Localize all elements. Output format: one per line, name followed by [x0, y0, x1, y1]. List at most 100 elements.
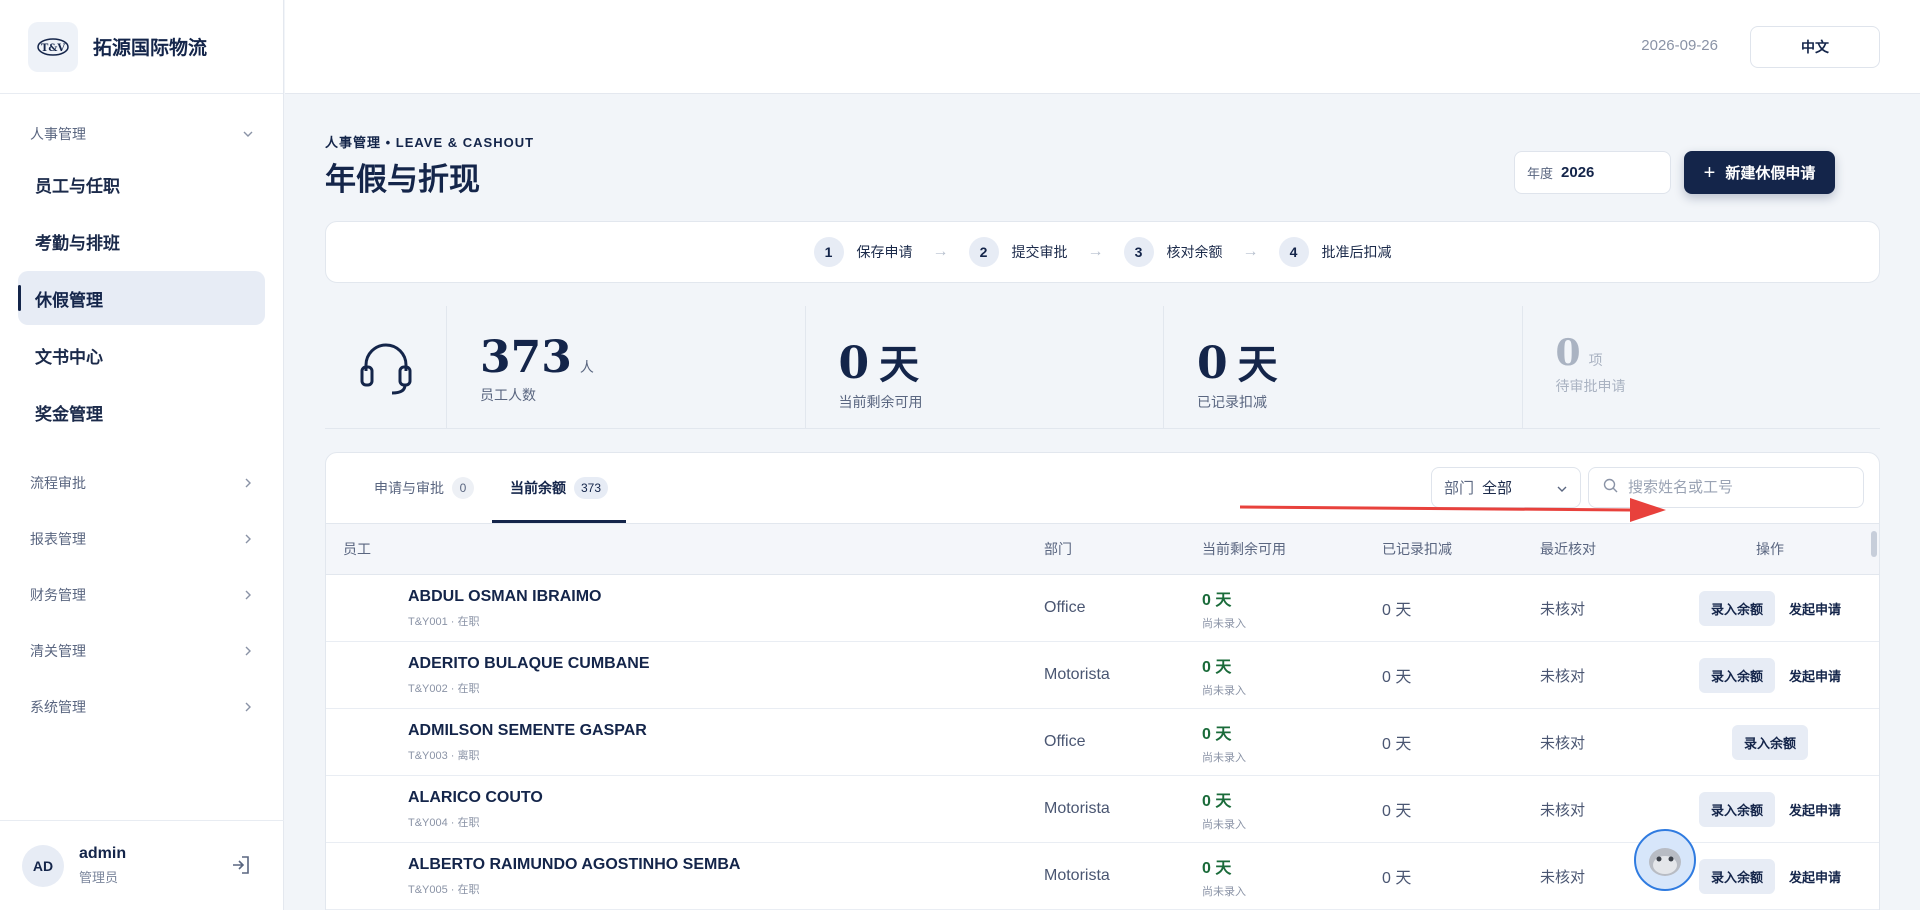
- stat-number: 0: [838, 338, 870, 389]
- available-note: 尚未录入: [1202, 617, 1246, 630]
- department-select[interactable]: 部门 全部: [1431, 467, 1581, 508]
- table-row[interactable]: ALARICO COUTO T&Y004 · 在职 Motorista 0 天 …: [326, 776, 1879, 843]
- sidebar-item-employees[interactable]: 员工与任职: [18, 157, 265, 211]
- nav-group-hr[interactable]: 人事管理: [0, 114, 283, 154]
- user-info: admin 管理员: [79, 845, 230, 886]
- language-button[interactable]: 中文: [1750, 26, 1880, 68]
- employee-id-status: T&Y005 · 在职: [408, 883, 480, 896]
- nav-group-reports[interactable]: 报表管理: [0, 519, 283, 559]
- department-select-label: 部门: [1444, 480, 1475, 497]
- sidebar-item-attendance[interactable]: 考勤与排班: [18, 214, 265, 268]
- available-cell: 0 天 尚未录入: [1202, 586, 1382, 631]
- step-label: 核对余额: [1166, 244, 1223, 260]
- stat-label: 待审批申请: [1555, 378, 1626, 394]
- nav-group-customs[interactable]: 清关管理: [0, 631, 283, 671]
- column-header-department[interactable]: 部门: [1044, 539, 1202, 559]
- employee-name[interactable]: ADMILSON SEMENTE GASPAR: [408, 722, 1044, 740]
- table-row[interactable]: ADMILSON SEMENTE GASPAR T&Y003 · 离职 Offi…: [326, 709, 1879, 776]
- current-date: 2026-09-26: [1641, 37, 1718, 54]
- scrollbar-thumb[interactable]: [1871, 531, 1877, 557]
- search-box[interactable]: [1588, 467, 1864, 508]
- enter-balance-button[interactable]: 录入余额: [1731, 724, 1808, 760]
- step-number: 4: [1278, 237, 1309, 267]
- actions-cell: 录入余额 发起申请: [1680, 657, 1860, 693]
- start-request-link[interactable]: 发起申请: [1789, 800, 1841, 819]
- tab-balance[interactable]: 当前余额 373: [492, 453, 627, 523]
- top-bar: 2026-09-26 中文: [285, 0, 1920, 94]
- sidebar-item-bonus[interactable]: 奖金管理: [18, 385, 265, 439]
- deducted-cell: 0 天: [1382, 736, 1412, 753]
- actions-cell: 录入余额 发起申请: [1680, 791, 1860, 827]
- employee-id-status: T&Y003 · 离职: [408, 749, 480, 762]
- tab-requests[interactable]: 申请与审批 0: [356, 453, 492, 523]
- stats-bar: 373 人 员工人数 0 天 当前剩余可用 0 天 已记录扣减 0 项 待审批申…: [325, 306, 1880, 429]
- logout-icon[interactable]: [230, 854, 254, 878]
- department-cell: Office: [1044, 599, 1086, 616]
- employee-name[interactable]: ABDUL OSMAN IBRAIMO: [408, 588, 1044, 606]
- avatar[interactable]: AD: [22, 844, 64, 887]
- page-title: 年假与折现: [325, 162, 480, 198]
- enter-balance-button[interactable]: 录入余额: [1698, 791, 1775, 827]
- start-request-link[interactable]: 发起申请: [1789, 666, 1841, 685]
- column-header-last-check[interactable]: 最近核对: [1540, 539, 1680, 559]
- stat-unit: 天: [879, 341, 920, 388]
- tab-count-badge: 0: [452, 477, 474, 499]
- nav-group-workflow[interactable]: 流程审批: [0, 463, 283, 503]
- employee-name[interactable]: ALARICO COUTO: [408, 789, 1044, 807]
- chevron-right-icon: [241, 532, 255, 546]
- stat-pending: 0 项 待审批申请: [1523, 306, 1881, 428]
- column-header-deducted[interactable]: 已记录扣减: [1382, 539, 1540, 559]
- department-cell: Motorista: [1044, 800, 1110, 817]
- employee-id-status: T&Y004 · 在职: [408, 816, 480, 829]
- stat-unit: 天: [1237, 341, 1278, 388]
- table-header: 员工 部门 当前剩余可用 已记录扣减 最近核对 操作: [326, 523, 1879, 575]
- table-row[interactable]: ABDUL OSMAN IBRAIMO T&Y001 · 在职 Office 0…: [326, 575, 1879, 642]
- column-header-employee[interactable]: 员工: [326, 539, 1044, 559]
- new-leave-request-label: 新建休假申请: [1725, 165, 1816, 182]
- step-4: 4 批准后扣减: [1278, 237, 1392, 267]
- start-request-link[interactable]: 发起申请: [1789, 599, 1841, 618]
- available-value: 0 天: [1202, 658, 1232, 676]
- tab-count-badge: 373: [574, 477, 609, 499]
- table-row[interactable]: ADERITO BULAQUE CUMBANE T&Y002 · 在职 Moto…: [326, 642, 1879, 709]
- stat-deducted: 0 天 已记录扣减: [1164, 306, 1523, 428]
- chevron-down-icon: [241, 127, 255, 141]
- nav-group-label: 清关管理: [30, 643, 86, 659]
- step-number: 2: [968, 237, 999, 267]
- search-input[interactable]: [1628, 479, 1838, 496]
- assistant-bot-icon[interactable]: [1634, 829, 1696, 891]
- employee-name[interactable]: ALBERTO RAIMUNDO AGOSTINHO SEMBA: [408, 856, 1044, 874]
- department-select-value: 全部: [1482, 480, 1513, 497]
- available-note: 尚未录入: [1202, 684, 1246, 697]
- employee-name[interactable]: ADERITO BULAQUE CUMBANE: [408, 655, 1044, 673]
- table-scrollbar[interactable]: [1871, 525, 1877, 910]
- nav-group-system[interactable]: 系统管理: [0, 687, 283, 727]
- user-panel: AD admin 管理员: [0, 820, 284, 910]
- step-label: 批准后扣减: [1321, 244, 1392, 260]
- nav-group-label: 人事管理: [30, 126, 86, 142]
- enter-balance-button[interactable]: 录入余额: [1698, 858, 1775, 894]
- available-value: 0 天: [1202, 792, 1232, 810]
- enter-balance-button[interactable]: 录入余额: [1698, 657, 1775, 693]
- employee-cell: ALARICO COUTO T&Y004 · 在职: [326, 789, 1044, 830]
- arrow-right-icon: →: [1242, 243, 1259, 260]
- sidebar-item-leave[interactable]: 休假管理: [18, 271, 265, 325]
- column-header-available[interactable]: 当前剩余可用: [1202, 539, 1382, 559]
- start-request-link[interactable]: 发起申请: [1789, 867, 1841, 886]
- nav-group-finance[interactable]: 财务管理: [0, 575, 283, 615]
- deducted-cell: 0 天: [1382, 602, 1412, 619]
- step-3: 3 核对余额: [1123, 237, 1223, 267]
- sidebar-item-documents[interactable]: 文书中心: [18, 328, 265, 382]
- last-check-cell: 未核对: [1540, 600, 1586, 618]
- svg-text:T&V: T&V: [41, 43, 65, 54]
- plus-icon: +: [1703, 161, 1716, 184]
- stat-employee-count: 373 人 员工人数: [447, 306, 806, 428]
- chevron-right-icon: [241, 476, 255, 490]
- enter-balance-button[interactable]: 录入余额: [1698, 590, 1775, 626]
- nav-group-label: 财务管理: [30, 587, 86, 603]
- year-selector[interactable]: 年度 2026: [1514, 151, 1671, 194]
- step-1: 1 保存申请: [813, 237, 913, 267]
- brand-logo[interactable]: T&V: [28, 21, 78, 72]
- step-label: 保存申请: [856, 244, 913, 260]
- new-leave-request-button[interactable]: + 新建休假申请: [1684, 151, 1835, 194]
